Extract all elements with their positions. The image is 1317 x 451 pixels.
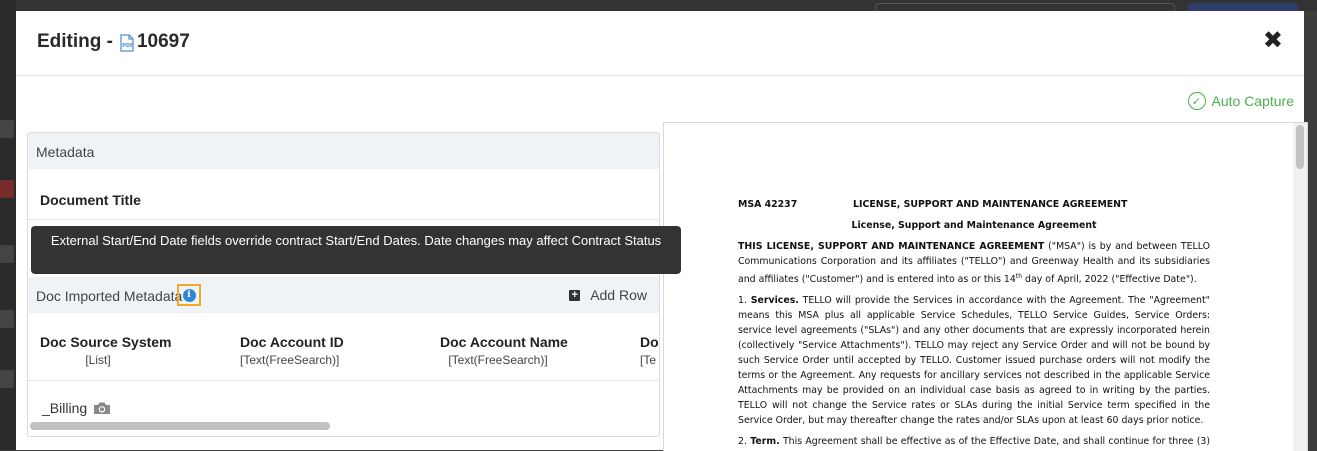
vertical-scrollbar-thumb[interactable] bbox=[1296, 125, 1304, 169]
pdf-file-icon: PDF bbox=[119, 34, 135, 52]
column-type: [Text(FreeSearch)] bbox=[240, 353, 340, 367]
background-app-header bbox=[0, 0, 1317, 12]
plus-square-icon: + bbox=[569, 289, 581, 301]
agreement-subheading: License, Support and Maintenance Agreeme… bbox=[851, 220, 1097, 231]
background-sidebar-icon bbox=[0, 245, 14, 263]
metadata-section-title: Metadata bbox=[36, 144, 95, 160]
paragraph-text: This Agreement shall be effective as of … bbox=[782, 436, 1210, 448]
auto-capture-toggle[interactable]: ✓ Auto Capture bbox=[1187, 92, 1295, 110]
document-paragraph: THIS LICENSE, SUPPORT AND MAINTENANCE AG… bbox=[738, 239, 1210, 287]
background-button bbox=[1188, 3, 1298, 11]
background-sidebar-icon bbox=[0, 120, 14, 138]
paragraph-text: TELLO will provide the Services in accor… bbox=[738, 295, 1210, 427]
document-preview[interactable]: MSA 42237 LICENSE, SUPPORT AND MAINTENAN… bbox=[663, 122, 1308, 451]
billing-label: _Billing bbox=[42, 400, 88, 416]
vertical-scrollbar[interactable] bbox=[1293, 123, 1307, 451]
document-heading-line: MSA 42237 LICENSE, SUPPORT AND MAINTENAN… bbox=[738, 197, 1210, 212]
column-header: Doc Source System bbox=[40, 334, 172, 350]
document-title-row: Document Title bbox=[28, 169, 659, 220]
billing-row[interactable]: _Billing bbox=[42, 400, 111, 416]
auto-capture-label: Auto Capture bbox=[1211, 93, 1295, 109]
background-sidebar-icon bbox=[0, 370, 14, 388]
date-override-tooltip: External Start/End Date fields override … bbox=[31, 226, 681, 274]
svg-text:PDF: PDF bbox=[122, 43, 133, 49]
document-paragraph: 1. Services. TELLO will provide the Serv… bbox=[738, 293, 1210, 428]
modal-title: Editing - PDF 10697 bbox=[37, 31, 190, 53]
paragraph-bold: Services. bbox=[750, 295, 799, 307]
paragraph-bold: Term. bbox=[750, 436, 780, 448]
horizontal-scrollbar[interactable] bbox=[30, 422, 330, 430]
add-row-button[interactable]: + Add Row bbox=[569, 287, 647, 303]
column-type: [List] bbox=[85, 353, 111, 367]
paragraph-number: 2. bbox=[738, 436, 751, 448]
document-page: MSA 42237 LICENSE, SUPPORT AND MAINTENAN… bbox=[738, 197, 1210, 451]
agreement-heading: LICENSE, SUPPORT AND MAINTENANCE AGREEME… bbox=[853, 199, 1128, 210]
metadata-section-header: Metadata bbox=[28, 133, 659, 169]
paragraph-number: 1. bbox=[738, 295, 751, 307]
modal-header: Editing - PDF 10697 ✖ bbox=[16, 11, 1304, 76]
background-sidebar-icon bbox=[0, 180, 14, 198]
background-sidebar-icon bbox=[0, 310, 14, 328]
metadata-panel: Metadata Document Title Doc Imported Met… bbox=[27, 132, 660, 437]
imported-metadata-title: Doc Imported Metadata bbox=[36, 288, 183, 304]
msa-number: MSA 42237 bbox=[738, 199, 798, 210]
column-header: Do bbox=[640, 334, 659, 350]
background-sidebar bbox=[0, 0, 16, 450]
camera-icon[interactable] bbox=[93, 401, 111, 415]
column-header: Doc Account Name bbox=[440, 334, 568, 350]
document-id: 10697 bbox=[136, 31, 190, 52]
document-paragraph: 2. Term. This Agreement shall be effecti… bbox=[738, 434, 1210, 451]
info-icon[interactable]: i bbox=[177, 284, 201, 306]
column-doc-account-name[interactable]: Doc Account Name [Text(FreeSearch)] bbox=[440, 334, 568, 367]
column-truncated[interactable]: Do [Te bbox=[640, 334, 659, 367]
imported-metadata-header: Doc Imported Metadata + Add Row bbox=[28, 277, 659, 313]
document-title-label: Document Title bbox=[40, 192, 141, 208]
close-icon[interactable]: ✖ bbox=[1263, 29, 1283, 53]
add-row-label: Add Row bbox=[590, 287, 647, 303]
column-doc-account-id[interactable]: Doc Account ID [Text(FreeSearch)] bbox=[240, 334, 344, 367]
column-header: Doc Account ID bbox=[240, 334, 344, 350]
paragraph-text: day of April, 2022 ("Effective Date"). bbox=[1022, 274, 1197, 286]
paragraph-bold: THIS LICENSE, SUPPORT AND MAINTENANCE AG… bbox=[738, 241, 1045, 252]
column-doc-source-system[interactable]: Doc Source System [List] bbox=[40, 334, 172, 367]
column-type: [Te bbox=[640, 353, 657, 367]
modal-title-prefix: Editing - bbox=[37, 31, 113, 52]
check-circle-icon: ✓ bbox=[1187, 92, 1206, 110]
imported-columns-row: Doc Source System [List] Doc Account ID … bbox=[28, 323, 659, 381]
column-type: [Text(FreeSearch)] bbox=[448, 353, 548, 367]
